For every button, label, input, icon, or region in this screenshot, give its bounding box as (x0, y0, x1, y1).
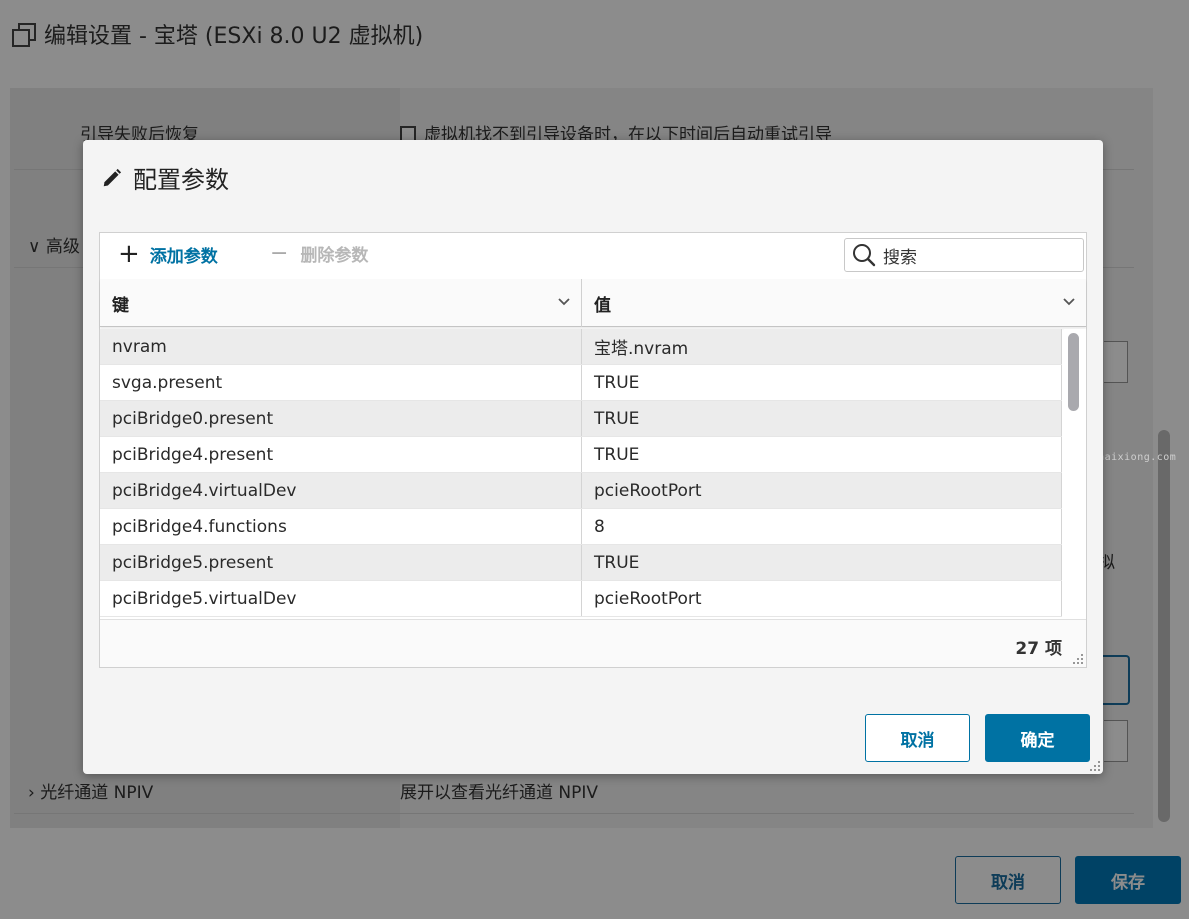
column-header-key[interactable]: 键 (100, 279, 582, 327)
table-row[interactable]: svga.present TRUE (100, 365, 1062, 401)
add-param-label: 添加参数 (149, 246, 218, 267)
modal-resize-handle-icon[interactable] (1089, 760, 1101, 772)
ok-button[interactable]: 确定 (985, 714, 1090, 762)
item-count: 27 项 (1015, 639, 1062, 659)
table-row[interactable]: pciBridge4.present TRUE (100, 437, 1062, 473)
value-cell[interactable]: TRUE (582, 365, 1062, 400)
resize-handle-icon[interactable] (1072, 653, 1084, 665)
pencil-icon (103, 168, 122, 186)
search-placeholder: 搜索 (883, 247, 917, 268)
value-cell[interactable]: pcieRootPort (582, 473, 1062, 508)
grid-header: 键 值 (100, 279, 1086, 327)
value-cell[interactable]: 8 (582, 509, 1062, 544)
key-cell[interactable]: pciBridge4.functions (100, 509, 582, 544)
key-cell[interactable]: pciBridge4.virtualDev (100, 473, 582, 508)
key-cell[interactable]: pciBridge4.present (100, 437, 582, 472)
plus-icon: + (118, 239, 140, 269)
delete-param-label: 删除参数 (300, 246, 369, 266)
value-cell[interactable]: TRUE (582, 401, 1062, 436)
key-cell[interactable]: nvram (100, 329, 582, 364)
value-cell[interactable]: TRUE (582, 437, 1062, 472)
key-cell[interactable]: pciBridge5.virtualDev (100, 581, 582, 616)
grid-footer: 27 项 (100, 619, 1086, 667)
key-cell[interactable]: pciBridge5.present (100, 545, 582, 580)
modal-title-text: 配置参数 (133, 166, 229, 194)
minus-icon: − (270, 240, 289, 266)
cancel-button[interactable]: 取消 (865, 714, 970, 762)
column-header-value[interactable]: 值 (582, 279, 1086, 327)
table-row[interactable]: pciBridge5.present TRUE (100, 545, 1062, 581)
table-row[interactable]: pciBridge5.virtualDev pcieRootPort (100, 581, 1062, 617)
delete-param-button[interactable]: − 删除参数 (270, 241, 368, 266)
table-row[interactable]: pciBridge0.present TRUE (100, 401, 1062, 437)
table-row[interactable]: pciBridge4.functions 8 (100, 509, 1062, 545)
grid-scrollbar-thumb[interactable] (1068, 333, 1079, 411)
params-datagrid: + 添加参数 − 删除参数 搜索 键 值 nvram 宝塔.nvram svga… (99, 232, 1087, 668)
table-row[interactable]: nvram 宝塔.nvram (100, 329, 1062, 365)
search-icon (853, 244, 876, 267)
key-cell[interactable]: pciBridge0.present (100, 401, 582, 436)
grid-toolbar: + 添加参数 − 删除参数 搜索 (100, 233, 1086, 279)
grid-scrollbar[interactable] (1064, 329, 1086, 617)
chevron-down-icon[interactable] (557, 297, 571, 307)
grid-body: nvram 宝塔.nvram svga.present TRUE pciBridge… (100, 329, 1062, 617)
add-param-button[interactable]: + 添加参数 (118, 241, 218, 267)
key-cell[interactable]: svga.present (100, 365, 582, 400)
modal-title: 配置参数 (101, 160, 229, 195)
chevron-down-icon[interactable] (1062, 297, 1076, 307)
value-cell[interactable]: pcieRootPort (582, 581, 1062, 616)
config-params-modal: 配置参数 + 添加参数 − 删除参数 搜索 键 值 nvram 宝塔.nvram… (83, 140, 1103, 774)
search-input[interactable]: 搜索 (844, 238, 1084, 272)
value-cell[interactable]: 宝塔.nvram (582, 329, 1062, 364)
value-cell[interactable]: TRUE (582, 545, 1062, 580)
table-row[interactable]: pciBridge4.virtualDev pcieRootPort (100, 473, 1062, 509)
